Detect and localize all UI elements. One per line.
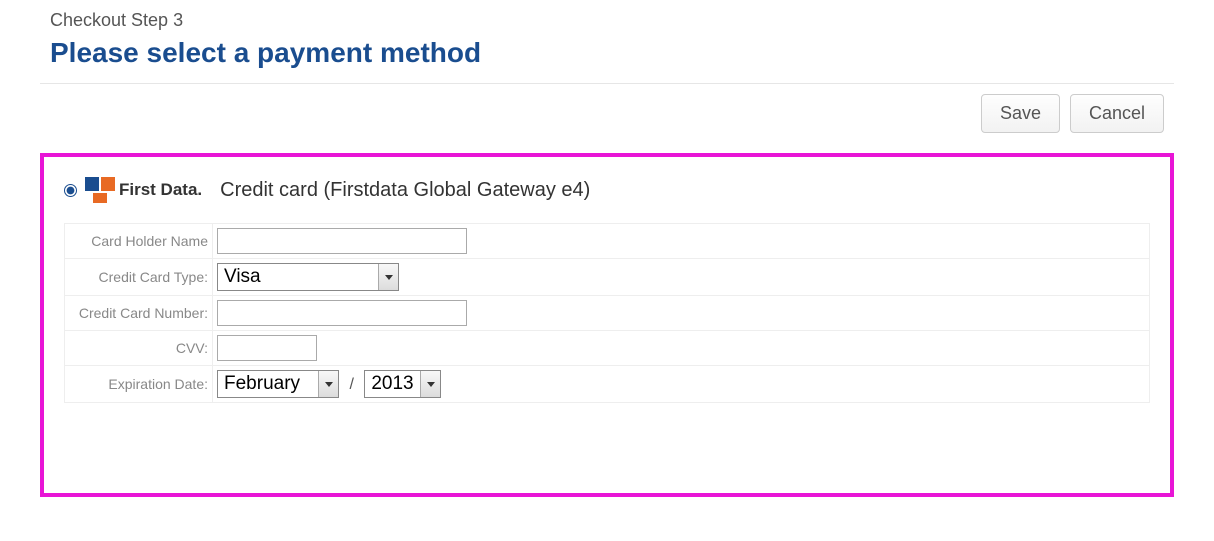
step-label: Checkout Step 3 — [50, 10, 1174, 31]
expiration-label: Expiration Date: — [65, 366, 213, 403]
chevron-down-icon — [378, 264, 398, 290]
cvv-input[interactable] — [217, 335, 317, 361]
firstdata-logo-text: First Data. — [119, 180, 202, 200]
expiration-month-value: February — [218, 371, 318, 397]
payment-option-row: First Data. Credit card (Firstdata Globa… — [64, 177, 1150, 203]
chevron-down-icon — [420, 371, 440, 397]
card-type-label: Credit Card Type: — [65, 259, 213, 296]
card-number-label: Credit Card Number: — [65, 296, 213, 331]
expiration-month-select[interactable]: February — [217, 370, 339, 398]
payment-method-panel: First Data. Credit card (Firstdata Globa… — [40, 153, 1174, 497]
expiration-year-select[interactable]: 2013 — [364, 370, 441, 398]
action-row: Save Cancel — [40, 94, 1174, 133]
expiration-year-value: 2013 — [365, 371, 420, 397]
card-holder-input[interactable] — [217, 228, 467, 254]
card-number-input[interactable] — [217, 300, 467, 326]
page-title: Please select a payment method — [50, 37, 1174, 83]
save-button[interactable]: Save — [981, 94, 1060, 133]
card-holder-label: Card Holder Name — [65, 224, 213, 259]
cancel-button[interactable]: Cancel — [1070, 94, 1164, 133]
payment-form: Card Holder Name Credit Card Type: Visa … — [64, 223, 1150, 403]
expiration-separator: / — [349, 376, 353, 393]
payment-radio-firstdata[interactable] — [64, 184, 77, 197]
cvv-label: CVV: — [65, 331, 213, 366]
card-type-value: Visa — [218, 264, 378, 290]
chevron-down-icon — [318, 371, 338, 397]
card-type-select[interactable]: Visa — [217, 263, 399, 291]
divider — [40, 83, 1174, 84]
payment-option-label: Credit card (Firstdata Global Gateway e4… — [220, 179, 590, 202]
firstdata-logo-icon — [85, 177, 115, 203]
firstdata-logo: First Data. — [85, 177, 202, 203]
